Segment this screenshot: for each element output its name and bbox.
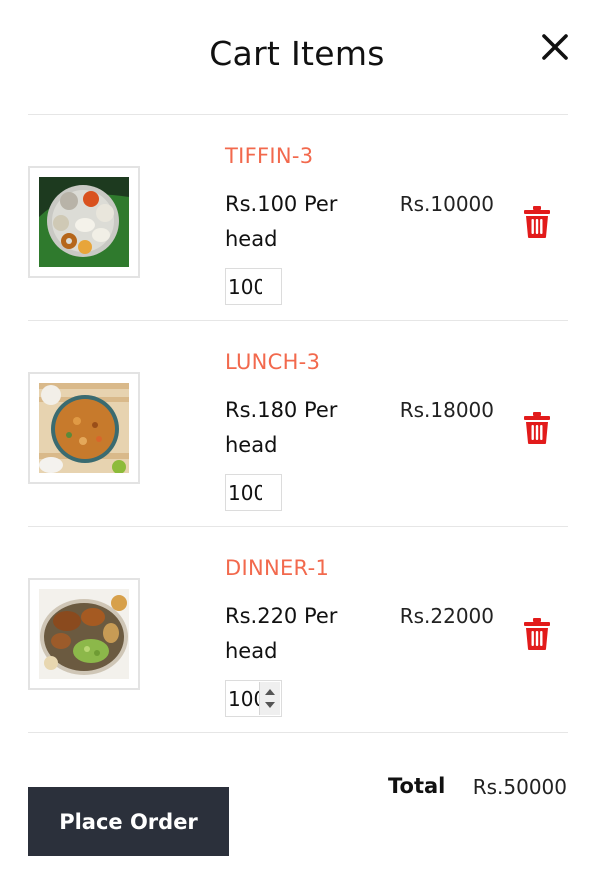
- quantity-input[interactable]: 100: [225, 268, 282, 305]
- trash-icon[interactable]: [523, 205, 551, 239]
- cart-item: LUNCH-3 Rs.180 Per head Rs.18000 100: [0, 321, 594, 527]
- close-icon[interactable]: [538, 30, 572, 64]
- trash-icon[interactable]: [523, 411, 551, 445]
- food-image: [28, 372, 140, 484]
- trash-icon[interactable]: [523, 617, 551, 651]
- quantity-value: 100: [228, 275, 262, 299]
- quantity-value: 100: [228, 687, 262, 711]
- unit-price: Rs.220 Per head: [225, 604, 338, 663]
- quantity-stepper[interactable]: [259, 682, 280, 715]
- food-image: [28, 166, 140, 278]
- cart-item: DINNER-1 Rs.220 Per head Rs.22000 100: [0, 527, 594, 733]
- unit-price: Rs.100 Per head: [225, 192, 338, 251]
- line-total: Rs.18000: [399, 398, 494, 422]
- quantity-input[interactable]: 100: [225, 680, 282, 717]
- food-image: [28, 578, 140, 690]
- cart-item: TIFFIN-3 Rs.100 Per head Rs.10000 100: [0, 115, 594, 321]
- total-label: Total: [388, 774, 446, 798]
- unit-price: Rs.180 Per head: [225, 398, 338, 457]
- line-total: Rs.10000: [399, 192, 494, 216]
- place-order-button[interactable]: Place Order: [28, 787, 229, 856]
- item-name: TIFFIN-3: [225, 144, 314, 168]
- cart-panel: Cart Items TIFFIN-3 Rs.100 Per head Rs.1…: [0, 0, 594, 874]
- cart-title: Cart Items: [209, 34, 385, 73]
- quantity-value: 100: [228, 481, 262, 505]
- divider: [28, 732, 568, 733]
- quantity-input[interactable]: 100: [225, 474, 282, 511]
- line-total: Rs.22000: [399, 604, 494, 628]
- item-name: LUNCH-3: [225, 350, 321, 374]
- total-value: Rs.50000: [472, 775, 567, 799]
- item-name: DINNER-1: [225, 556, 330, 580]
